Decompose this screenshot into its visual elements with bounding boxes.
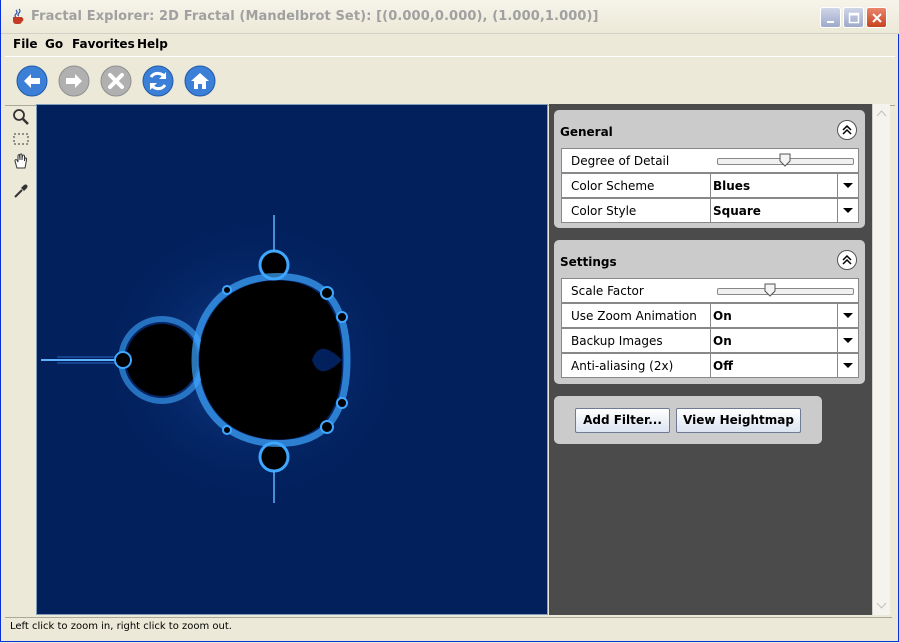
menu-go[interactable]: Go — [45, 37, 63, 51]
anti-aliasing-value: Off — [713, 359, 733, 373]
window-title: Fractal Explorer: 2D Fractal (Mandelbrot… — [31, 9, 599, 24]
chevron-down-icon — [843, 338, 853, 343]
zoom-animation-dropdown-button[interactable] — [837, 304, 858, 327]
menu-file[interactable]: File — [13, 37, 38, 51]
close-icon — [872, 13, 882, 23]
color-scheme-value: Blues — [713, 179, 751, 193]
detail-slider-thumb[interactable] — [779, 153, 791, 167]
color-style-row: Color Style Square — [561, 198, 859, 223]
backup-images-label: Backup Images — [571, 334, 663, 348]
eyedropper-icon[interactable] — [12, 182, 30, 200]
refresh-icon[interactable] — [142, 65, 174, 97]
general-panel: General Degree of Detail Color Scheme Bl… — [554, 110, 865, 228]
title-bar[interactable]: Fractal Explorer: 2D Fractal (Mandelbrot… — [1, 0, 899, 34]
minimize-button[interactable] — [820, 7, 841, 28]
chevron-down-icon — [843, 363, 853, 368]
backup-images-select[interactable]: On — [711, 329, 858, 352]
scale-factor-slider-thumb[interactable] — [764, 283, 776, 297]
detail-row: Degree of Detail — [561, 148, 859, 173]
minimize-icon — [827, 21, 834, 23]
fractal-canvas[interactable] — [36, 104, 548, 615]
home-icon[interactable] — [184, 65, 216, 97]
chevron-down-icon — [843, 208, 853, 213]
sidebar-scrollbar[interactable] — [872, 104, 890, 615]
app-window: Fractal Explorer: 2D Fractal (Mandelbrot… — [0, 0, 899, 642]
maximize-icon — [848, 12, 860, 24]
forward-arrow-icon[interactable] — [58, 65, 90, 97]
backup-images-dropdown-button[interactable] — [837, 329, 858, 352]
backup-images-value: On — [713, 334, 732, 348]
color-scheme-row: Color Scheme Blues — [561, 173, 859, 198]
anti-aliasing-select[interactable]: Off — [711, 354, 858, 377]
general-panel-title: General — [560, 125, 613, 139]
collapse-general-button[interactable] — [837, 120, 857, 140]
mandelbrot-image — [41, 210, 412, 510]
actions-panel: Add Filter... View Heightmap — [554, 396, 822, 444]
color-style-label: Color Style — [571, 204, 637, 218]
view-heightmap-button[interactable]: View Heightmap — [676, 408, 801, 433]
menu-favorites[interactable]: Favorites — [72, 37, 135, 51]
tool-palette — [7, 106, 35, 616]
stop-x-icon[interactable] — [100, 65, 132, 97]
select-rect-icon[interactable] — [12, 130, 30, 148]
java-cup-icon — [13, 8, 24, 24]
zoom-animation-value: On — [713, 309, 732, 323]
chevron-down-icon — [843, 183, 853, 188]
anti-aliasing-label: Anti-aliasing (2x) — [571, 359, 674, 373]
double-chevron-up-icon — [842, 254, 852, 265]
menu-help[interactable]: Help — [137, 37, 168, 51]
color-style-value: Square — [713, 204, 761, 218]
pan-hand-icon[interactable] — [12, 152, 30, 170]
color-style-select[interactable]: Square — [711, 199, 858, 222]
zoom-animation-label: Use Zoom Animation — [571, 309, 697, 323]
color-scheme-select[interactable]: Blues — [711, 174, 858, 197]
zoom-animation-row: Use Zoom Animation On — [561, 303, 859, 328]
add-filter-button[interactable]: Add Filter... — [575, 408, 670, 433]
double-chevron-up-icon — [842, 124, 852, 135]
menu-bar: File Go Favorites Help — [5, 34, 895, 54]
color-scheme-label: Color Scheme — [571, 179, 655, 193]
scroll-down-icon[interactable] — [876, 601, 887, 611]
scale-factor-row: Scale Factor — [561, 278, 859, 303]
detail-label: Degree of Detail — [571, 154, 670, 168]
maximize-button[interactable] — [843, 7, 864, 28]
color-scheme-dropdown-button[interactable] — [837, 174, 858, 197]
scale-factor-slider[interactable] — [717, 288, 854, 295]
settings-panel-title: Settings — [560, 255, 617, 269]
status-text: Left click to zoom in, right click to zo… — [10, 621, 232, 632]
properties-sidebar: General Degree of Detail Color Scheme Bl… — [549, 104, 872, 615]
scale-factor-label: Scale Factor — [571, 284, 644, 298]
anti-aliasing-dropdown-button[interactable] — [837, 354, 858, 377]
status-bar: Left click to zoom in, right click to zo… — [5, 617, 892, 636]
chevron-down-icon — [843, 313, 853, 318]
close-button[interactable] — [866, 7, 887, 28]
backup-images-row: Backup Images On — [561, 328, 859, 353]
zoom-icon[interactable] — [12, 108, 30, 126]
color-style-dropdown-button[interactable] — [837, 199, 858, 222]
settings-panel: Settings Scale Factor Use Zoom Animation… — [554, 240, 865, 384]
scroll-up-icon[interactable] — [876, 108, 887, 118]
zoom-animation-select[interactable]: On — [711, 304, 858, 327]
toolbar — [5, 56, 895, 106]
anti-aliasing-row: Anti-aliasing (2x) Off — [561, 353, 859, 378]
collapse-settings-button[interactable] — [837, 250, 857, 270]
back-arrow-icon[interactable] — [16, 65, 48, 97]
